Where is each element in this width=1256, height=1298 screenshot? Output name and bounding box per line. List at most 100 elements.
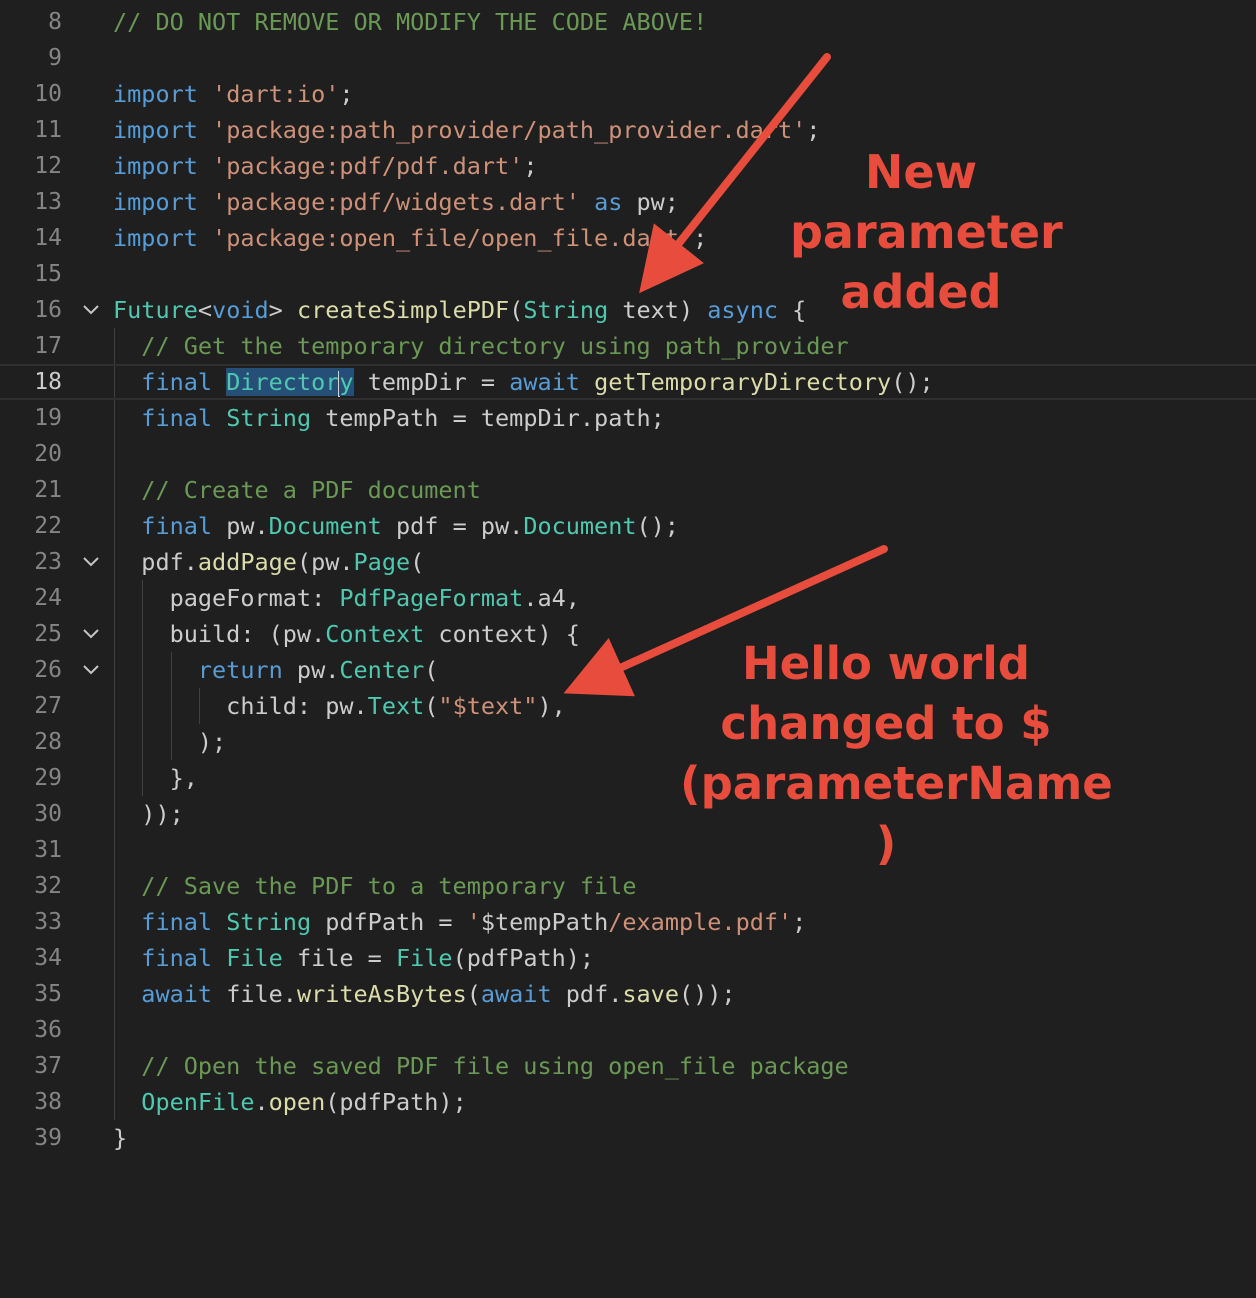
code-token: String [523,296,609,324]
code-token: } [113,1124,128,1152]
line-number: 37 [34,1053,62,1079]
code-token: save [622,980,679,1008]
code-line-39[interactable]: 39} [0,1120,1256,1156]
code-line-11[interactable]: 11 import 'package:path_provider/path_pro… [0,112,1256,148]
code-line-33[interactable]: 33 final String pdfPath = '$tempPath/exa… [0,904,1256,940]
code-text: build: (pw.Context context) { [113,616,580,652]
code-editor[interactable]: 8 // DO NOT REMOVE OR MODIFY THE CODE ABO… [0,4,1256,1156]
code-line-9[interactable]: 9 [0,40,1256,76]
code-token: ), [537,692,566,720]
code-token: child: pw. [113,692,368,720]
code-line-34[interactable]: 34 final File file = File(pdfPath); [0,940,1256,976]
code-token: final [141,512,213,540]
code-token: Center [339,656,425,684]
indent-guide [114,1012,115,1048]
code-line-36[interactable]: 36 [0,1012,1256,1048]
code-token: file = [282,944,396,972]
code-line-22[interactable]: 22 final pw.Document pdf = pw.Document()… [0,508,1256,544]
code-text: import 'package:pdf/widgets.dart' as pw; [113,184,679,220]
code-text: import 'dart:io'; [113,76,354,112]
line-number: 13 [34,189,62,215]
code-token: ()); [678,980,736,1008]
code-token: File [226,944,283,972]
code-line-19[interactable]: 19 final String tempPath = tempDir.path; [0,400,1256,436]
code-text: }, [113,760,198,796]
code-token: Page [353,548,411,576]
code-text: final File file = File(pdfPath); [113,940,594,976]
code-token: final [141,368,213,396]
fold-chevron-icon[interactable] [78,616,104,652]
code-token: import [113,224,198,252]
code-token: pdfPath = [311,908,467,936]
code-token: final [141,944,213,972]
annotation-line: ) [875,817,897,870]
code-line-21[interactable]: 21 // Create a PDF document [0,472,1256,508]
indent-guide [114,436,115,472]
code-text: child: pw.Text("$text"), [113,688,566,724]
line-number: 32 [34,873,62,899]
fold-chevron-icon[interactable] [78,544,104,580]
code-token: > [268,296,297,324]
code-line-38[interactable]: 38 OpenFile.open(pdfPath); [0,1084,1256,1120]
code-token: writeAsBytes [296,980,467,1008]
code-line-35[interactable]: 35 await file.writeAsBytes(await pdf.sav… [0,976,1256,1012]
annotation-hello-world-changed: Hello world changed to $ (parameterName … [680,634,1113,874]
code-token: String [226,908,312,936]
code-line-16[interactable]: 16 Future<void> createSimplePDF(String te… [0,292,1256,328]
code-line-37[interactable]: 37 // Open the saved PDF file using open… [0,1048,1256,1084]
code-token: async [707,296,779,324]
code-token: .a4, [523,584,580,612]
annotation-line: Hello world [742,637,1030,690]
code-line-12[interactable]: 12 import 'package:pdf/pdf.dart'; [0,148,1256,184]
code-line-8[interactable]: 8 // DO NOT REMOVE OR MODIFY THE CODE ABO… [0,4,1256,40]
code-token: // Create a PDF document [113,476,481,504]
code-token: 'package:pdf/pdf.dart' [212,152,524,180]
code-token: pw. [212,512,269,540]
code-line-20[interactable]: 20 [0,436,1256,472]
code-line-10[interactable]: 10 import 'dart:io'; [0,76,1256,112]
code-text: // DO NOT REMOVE OR MODIFY THE CODE ABOV… [113,4,707,40]
code-token: "$text" [438,692,538,720]
code-token: (pdfPath); [325,1088,467,1116]
code-token: pw. [282,656,340,684]
fold-chevron-icon[interactable] [78,652,104,688]
code-text: await file.writeAsBytes(await pdf.save()… [113,976,736,1012]
code-token: addPage [197,548,297,576]
code-text: // Create a PDF document [113,472,481,508]
line-number: 35 [34,981,62,1007]
line-number: 20 [34,441,62,467]
line-number: 10 [34,81,62,107]
line-number: 8 [48,9,62,35]
code-line-14[interactable]: 14 import 'package:open_file/open_file.da… [0,220,1256,256]
code-line-18[interactable]: 18 final Directory tempDir = await getTe… [0,364,1256,400]
line-number: 38 [34,1089,62,1115]
code-line-17[interactable]: 17 // Get the temporary directory using … [0,328,1256,364]
code-line-24[interactable]: 24 pageFormat: PdfPageFormat.a4, [0,580,1256,616]
code-token: ( [424,692,439,720]
code-token: String [226,404,312,432]
code-text: } [113,1120,127,1156]
code-token: open [268,1088,326,1116]
line-number: 17 [34,333,62,359]
code-line-15[interactable]: 15 [0,256,1256,292]
code-token: final [141,404,213,432]
line-number: 24 [34,585,62,611]
line-number: 39 [34,1125,62,1151]
code-token: Future [113,296,198,324]
line-number: 12 [34,153,62,179]
code-line-13[interactable]: 13 import 'package:pdf/widgets.dart' as p… [0,184,1256,220]
code-token: PdfPageFormat [339,584,524,612]
fold-chevron-icon[interactable] [78,292,104,328]
code-token: ( [509,296,524,324]
code-token: Document [523,512,637,540]
code-line-23[interactable]: 23 pdf.addPage(pw.Page( [0,544,1256,580]
code-text: import 'package:path_provider/path_provi… [113,112,820,148]
